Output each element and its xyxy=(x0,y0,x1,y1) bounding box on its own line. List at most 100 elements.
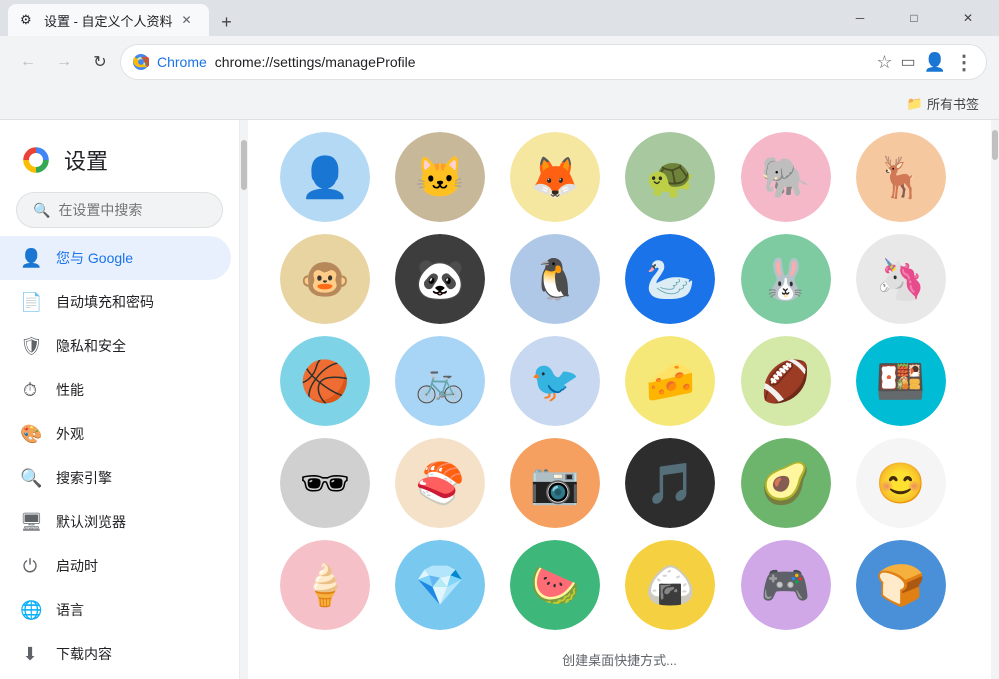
avatar-item-football[interactable]: 🏈 xyxy=(741,336,831,426)
avatar-item-cheese[interactable]: 🧀 xyxy=(625,336,715,426)
search-icon: 🔍 xyxy=(33,202,50,219)
avatar-circle-camera: 📷 xyxy=(510,438,600,528)
sidebar-item-language[interactable]: 🌐 语言 xyxy=(0,588,231,632)
active-tab[interactable]: ⚙ 设置 - 自定义个人资料 ✕ xyxy=(8,4,209,36)
avatar-circle-unicorn: 🦄 xyxy=(856,234,946,324)
avatar-item-camera[interactable]: 📷 xyxy=(510,438,600,528)
avatar-circle-sushi: 🍣 xyxy=(395,438,485,528)
sidebar-item-browser[interactable]: 🖥 默认浏览器 xyxy=(0,500,231,544)
avatar-item-person[interactable]: 👤 xyxy=(280,132,370,222)
sidebar-scroll-thumb[interactable] xyxy=(241,140,247,190)
minimize-button[interactable]: ─ xyxy=(837,2,883,34)
content-scrollbar[interactable] xyxy=(991,120,999,679)
close-button[interactable]: ✕ xyxy=(945,2,991,34)
avatar-item-bird[interactable]: 🐦 xyxy=(510,336,600,426)
folder-icon: 📁 xyxy=(907,96,923,112)
sidebar-label-autofill: 自动填充和密码 xyxy=(56,292,154,312)
sidebar-icon-search: 🔍 xyxy=(20,468,40,489)
refresh-button[interactable]: ↻ xyxy=(84,46,116,78)
sidebar-scrollbar[interactable] xyxy=(240,120,248,679)
avatar-item-basketball[interactable]: 🏀 xyxy=(280,336,370,426)
all-bookmarks[interactable]: 📁 所有书签 xyxy=(899,90,987,117)
avatar-item-turtle[interactable]: 🐢 xyxy=(625,132,715,222)
avatar-circle-elephant: 🐘 xyxy=(741,132,831,222)
avatar-item-monkey[interactable]: 🐵 xyxy=(280,234,370,324)
avatar-circle-cheese: 🧀 xyxy=(625,336,715,426)
avatar-item-sunglasses[interactable]: 🕶 xyxy=(280,438,370,528)
sidebar-label-google: 您与 Google xyxy=(56,248,133,268)
avatar-circle-person: 👤 xyxy=(280,132,370,222)
content-scroll-thumb[interactable] xyxy=(992,130,998,160)
sidebar-toggle-icon[interactable]: ▭ xyxy=(900,52,915,72)
search-input[interactable] xyxy=(58,202,239,218)
avatar-item-elephant[interactable]: 🐘 xyxy=(741,132,831,222)
sidebar-icon-browser: 🖥 xyxy=(20,512,40,533)
google-logo xyxy=(20,144,52,176)
avatar-circle-bird: 🐦 xyxy=(510,336,600,426)
avatar-circle-deer: 🦌 xyxy=(856,132,946,222)
sidebar-icon-download: ⬇ xyxy=(20,644,40,665)
avatar-circle-icecream: 🍦 xyxy=(280,540,370,630)
tab-strip: ⚙ 设置 - 自定义个人资料 ✕ + xyxy=(8,0,829,36)
content-area: 👤 🐱 🦊 🐢 🐘 🦌 🐵 🐼 🐧 🦢 🐰 🦄 🏀 🚲 🐦 🧀 🏈 🍱 🕶 🍣 📷 🎵 🥑 😊 🍦 💎 🍉 🍙 🎮 🍞 创建桌面快捷方式.… xyxy=(248,120,991,679)
sidebar-item-download[interactable]: ⬇ 下载内容 xyxy=(0,632,231,676)
avatar-item-penguin[interactable]: 🐧 xyxy=(510,234,600,324)
avatar-circle-penguin: 🐧 xyxy=(510,234,600,324)
maximize-button[interactable]: □ xyxy=(891,2,937,34)
sidebar-item-search[interactable]: 🔍 搜索引擎 xyxy=(0,456,231,500)
avatar-item-avocado[interactable]: 🥑 xyxy=(741,438,831,528)
avatar-item-rice[interactable]: 🍙 xyxy=(625,540,715,630)
forward-button[interactable]: → xyxy=(48,46,80,78)
avatar-grid: 👤 🐱 🦊 🐢 🐘 🦌 🐵 🐼 🐧 🦢 🐰 🦄 🏀 🚲 🐦 🧀 🏈 🍱 🕶 🍣 📷 🎵 🥑 😊 🍦 💎 🍉 🍙 🎮 🍞 xyxy=(248,120,991,642)
avatar-circle-avocado: 🥑 xyxy=(741,438,831,528)
profile-icon[interactable]: 👤 xyxy=(924,52,946,73)
avatar-circle-basketball: 🏀 xyxy=(280,336,370,426)
avatar-item-swan[interactable]: 🦢 xyxy=(625,234,715,324)
back-button[interactable]: ← xyxy=(12,46,44,78)
avatar-circle-bento: 🍱 xyxy=(856,336,946,426)
avatar-item-cat[interactable]: 🐱 xyxy=(395,132,485,222)
avatar-item-icecream[interactable]: 🍦 xyxy=(280,540,370,630)
avatar-item-deer[interactable]: 🦌 xyxy=(856,132,946,222)
avatar-item-rabbit[interactable]: 🐰 xyxy=(741,234,831,324)
sidebar-item-appearance[interactable]: 🎨 外观 xyxy=(0,412,231,456)
avatar-item-bread[interactable]: 🍞 xyxy=(856,540,946,630)
avatar-item-bicycle[interactable]: 🚲 xyxy=(395,336,485,426)
sidebar-label-appearance: 外观 xyxy=(56,424,84,444)
avatar-circle-fox: 🦊 xyxy=(510,132,600,222)
sidebar-icon-startup: ⏻ xyxy=(20,556,40,577)
avatar-item-gem[interactable]: 💎 xyxy=(395,540,485,630)
avatar-item-vinyl[interactable]: 🎵 xyxy=(625,438,715,528)
search-bar[interactable]: 🔍 xyxy=(16,192,223,228)
avatar-item-sushi[interactable]: 🍣 xyxy=(395,438,485,528)
avatar-item-panda[interactable]: 🐼 xyxy=(395,234,485,324)
sidebar-label-browser: 默认浏览器 xyxy=(56,512,126,532)
avatar-item-smiley[interactable]: 😊 xyxy=(856,438,946,528)
avatar-item-fox[interactable]: 🦊 xyxy=(510,132,600,222)
avatar-circle-rice: 🍙 xyxy=(625,540,715,630)
sidebar-label-privacy: 隐私和安全 xyxy=(56,336,126,356)
sidebar: 设置 🔍 👤 您与 Google 📄 自动填充和密码 🛡 隐私和安全 ⏱ 性能 … xyxy=(0,120,240,679)
tab-title: 设置 - 自定义个人资料 xyxy=(44,11,173,30)
sidebar-icon-appearance: 🎨 xyxy=(20,424,40,445)
avatar-item-game[interactable]: 🎮 xyxy=(741,540,831,630)
address-bar[interactable]: Chrome chrome://settings/manageProfile ☆… xyxy=(120,44,987,80)
sidebar-item-privacy[interactable]: 🛡 隐私和安全 xyxy=(0,324,231,368)
bottom-hint: 创建桌面快捷方式... xyxy=(248,642,991,677)
sidebar-item-google[interactable]: 👤 您与 Google xyxy=(0,236,231,280)
url-text: chrome://settings/manageProfile xyxy=(215,54,869,70)
sidebar-item-autofill[interactable]: 📄 自动填充和密码 xyxy=(0,280,231,324)
sidebar-item-performance[interactable]: ⏱ 性能 xyxy=(0,368,231,412)
avatar-item-bento[interactable]: 🍱 xyxy=(856,336,946,426)
avatar-circle-smiley: 😊 xyxy=(856,438,946,528)
bookmark-star[interactable]: ☆ xyxy=(876,52,892,73)
tab-close-button[interactable]: ✕ xyxy=(177,10,197,30)
avatar-item-unicorn[interactable]: 🦄 xyxy=(856,234,946,324)
avatar-circle-turtle: 🐢 xyxy=(625,132,715,222)
sidebar-label-language: 语言 xyxy=(56,600,84,620)
avatar-circle-bicycle: 🚲 xyxy=(395,336,485,426)
sidebar-item-startup[interactable]: ⏻ 启动时 xyxy=(0,544,231,588)
menu-icon[interactable]: ⋮ xyxy=(954,50,974,75)
avatar-item-watermelon[interactable]: 🍉 xyxy=(510,540,600,630)
new-tab-button[interactable]: + xyxy=(213,8,241,36)
